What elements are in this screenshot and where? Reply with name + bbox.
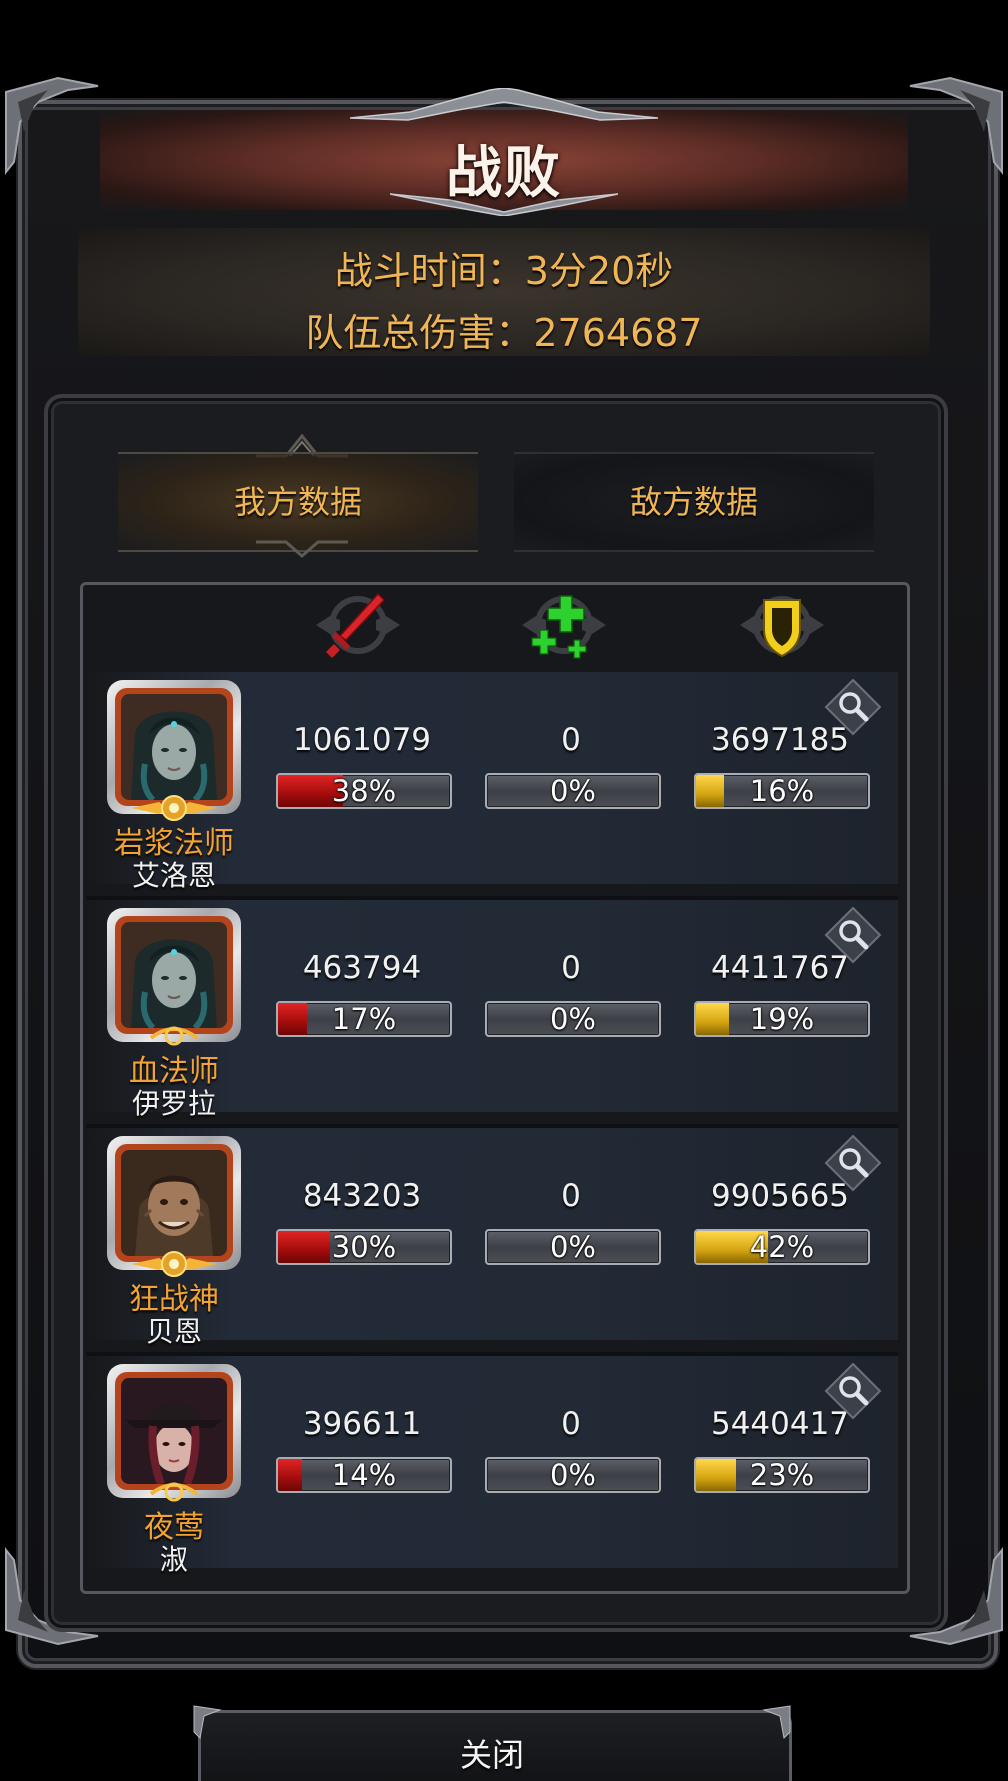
portrait-background [115,688,233,806]
magnifier-icon [824,1362,882,1420]
hero-portrait[interactable] [107,908,241,1046]
damage-value: 843203 [302,1178,422,1214]
heal-percent-label: 0% [549,1230,596,1264]
row-divider [86,1124,898,1128]
tab-our-data[interactable]: 我方数据 [118,452,478,552]
heal-percent-bar: 0% [485,1457,661,1493]
hooded-mage-portrait [121,922,227,1028]
magnifier-icon [824,1134,882,1192]
damage-percent-label: 30% [331,1230,397,1264]
hero-detail-button[interactable] [824,1362,882,1420]
hero-name: 艾洛恩 [131,859,216,892]
tank-percent-label: 16% [749,774,815,808]
berserker-portrait [121,1150,227,1256]
hero-portrait[interactable] [107,680,241,821]
hero-detail-button[interactable] [824,1134,882,1192]
row-divider [86,896,898,900]
heal-percent-bar: 0% [485,1001,661,1037]
heal-value: 0 [561,1178,581,1214]
damage-percent-label: 38% [331,774,397,808]
magnifier-icon [824,906,882,964]
title-ornament [350,88,658,121]
battle-result-screen: 战败 战斗时间：3分20秒 队伍总伤害：2764687 我方数据 敌方数据 岩浆… [0,0,1008,1781]
row-divider [86,1352,898,1356]
damage-value: 1061079 [292,722,432,758]
heal-value: 0 [561,1406,581,1442]
heal-percent-label: 0% [549,774,596,808]
hooded-mage-portrait [121,694,227,800]
damage-value: 463794 [302,950,422,986]
shield-icon [740,596,824,658]
tank-percent-bar: 23% [694,1457,870,1493]
hero-portrait[interactable] [107,1136,241,1277]
portrait-background [115,1372,233,1490]
damage-percent-label: 14% [331,1458,397,1492]
damage-percent-label: 17% [331,1002,397,1036]
tab-active-marker [256,540,348,558]
tank-percent-label: 42% [749,1230,815,1264]
damage-percent-bar: 30% [276,1229,452,1265]
close-button-label[interactable]: 关闭 [198,1730,786,1776]
damage-percent-bar: 38% [276,773,452,809]
heal-value: 0 [561,722,581,758]
team-total-damage: 队伍总伤害：2764687 [305,311,703,355]
tank-percent-label: 19% [749,1002,815,1036]
hatted-girl-portrait [121,1378,227,1484]
portrait-background [115,1144,233,1262]
damage-value: 396611 [302,1406,422,1442]
tank-percent-bar: 16% [694,773,870,809]
magnifier-icon [824,678,882,736]
hero-name: 淑 [159,1543,188,1576]
heal-plus-icon [522,595,606,659]
portrait-background [115,916,233,1034]
damage-percent-bar: 14% [276,1457,452,1493]
hero-name: 伊罗拉 [131,1087,216,1120]
sword-icon [316,592,400,658]
heal-percent-label: 0% [549,1458,596,1492]
result-title: 战败 [446,141,562,206]
tank-percent-bar: 42% [694,1229,870,1265]
hero-name: 贝恩 [145,1315,202,1348]
hero-portrait[interactable] [107,1364,241,1502]
heal-percent-label: 0% [549,1002,596,1036]
heal-value: 0 [561,950,581,986]
heal-percent-bar: 0% [485,773,661,809]
tab-enemy-data[interactable]: 敌方数据 [514,452,874,552]
tank-percent-label: 23% [749,1458,815,1492]
hero-detail-button[interactable] [824,906,882,964]
hero-detail-button[interactable] [824,678,882,736]
battle-time: 战斗时间：3分20秒 [334,249,674,293]
damage-percent-bar: 17% [276,1001,452,1037]
heal-percent-bar: 0% [485,1229,661,1265]
tank-percent-bar: 19% [694,1001,870,1037]
